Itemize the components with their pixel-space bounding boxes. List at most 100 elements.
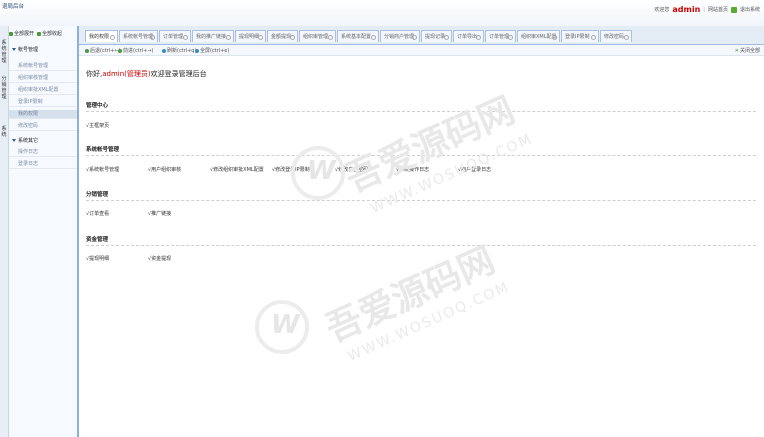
tab-order-manage-2[interactable]: 订单管理 bbox=[485, 30, 516, 42]
tab-merchant-manage[interactable]: 分销商户管理 bbox=[380, 30, 420, 42]
section-title-admin-center: 管理中心 bbox=[86, 103, 109, 109]
divider: | bbox=[703, 6, 705, 13]
tab-order-manage[interactable]: 订单管理 bbox=[159, 30, 191, 42]
tab-bar: 我的权限 系统帐号管理 订单管理 我的推广链接 提现明细 金额提现 组织审管理 … bbox=[79, 26, 764, 45]
username: admin bbox=[672, 5, 701, 14]
logout-icon[interactable] bbox=[730, 6, 737, 13]
tab-change-password[interactable]: 修改密码 bbox=[600, 30, 632, 42]
back-button[interactable]: 后退(ctrl+←) bbox=[85, 47, 120, 54]
forward-icon bbox=[118, 48, 122, 53]
close-icon[interactable] bbox=[476, 35, 481, 40]
perm-link[interactable]: √系统帐号管理 bbox=[86, 166, 119, 173]
vtab-system-2[interactable]: 系统 bbox=[0, 126, 8, 138]
watermark-logo-icon: W bbox=[255, 300, 309, 354]
sidebar-item-operation-log[interactable]: 操作日志 bbox=[9, 148, 77, 157]
close-icon[interactable] bbox=[258, 35, 263, 40]
chevron-down-icon bbox=[12, 47, 16, 51]
perm-link[interactable]: √提现明细 bbox=[86, 255, 109, 262]
sidebar-item-ip-limit[interactable]: 登录IP限制 bbox=[9, 98, 77, 107]
close-icon[interactable] bbox=[624, 35, 629, 40]
top-header: 退局后台 欢迎您 admin | 网站首页 退出系统 bbox=[0, 0, 764, 27]
close-icon[interactable] bbox=[290, 35, 295, 40]
refresh-icon bbox=[162, 48, 166, 53]
close-all-button[interactable]: ✕ 关闭全部 bbox=[734, 47, 760, 55]
main-content: 你好,admin(管理员)欢迎登录管理后台 管理中心 √主框架页 系统帐号管理 … bbox=[79, 56, 764, 437]
sidebar-group-accounts[interactable]: 帐号管理 bbox=[9, 45, 77, 53]
sidebar-item-account-manage[interactable]: 系统帐号管理 bbox=[9, 62, 77, 71]
greeting: 你好,admin(管理员)欢迎登录管理后台 bbox=[86, 70, 207, 78]
perm-link[interactable]: √推广链接 bbox=[148, 210, 171, 217]
vtab-distribution[interactable]: 分销管理 bbox=[0, 76, 8, 100]
tab-withdraw-detail[interactable]: 提现明细 bbox=[235, 30, 266, 42]
perm-link[interactable]: √用户登录日志 bbox=[458, 166, 491, 173]
sidebar: 全部展开 全部收起 帐号管理 系统帐号管理 组织审核管理 组织审批XML配置 登… bbox=[9, 26, 79, 437]
watermark-text: 吾爱源码网 bbox=[339, 89, 521, 201]
sidebar-item-login-log[interactable]: 登录日志 bbox=[9, 160, 77, 169]
close-icon[interactable] bbox=[226, 35, 231, 40]
sidebar-item-xml-config[interactable]: 组织审批XML配置 bbox=[9, 86, 77, 95]
vertical-tab-strip: 系统管理 分销管理 系统 bbox=[0, 26, 9, 437]
divider bbox=[86, 200, 756, 201]
greeting-username: admin(管理员) bbox=[102, 70, 151, 78]
perm-link[interactable]: √修改登录IP限制 bbox=[272, 166, 310, 173]
back-icon bbox=[85, 48, 89, 53]
section-title-funds: 资金管理 bbox=[86, 237, 109, 243]
perm-link[interactable]: √修改自己密码 bbox=[335, 166, 368, 173]
fullscreen-icon bbox=[195, 48, 199, 53]
chevron-down-icon bbox=[12, 138, 16, 142]
tab-amount-withdraw[interactable]: 金额提现 bbox=[267, 30, 298, 42]
perm-link[interactable]: √用户组织审核 bbox=[148, 166, 181, 173]
watermark-url: WWW.WOSUOQ.COM bbox=[368, 130, 536, 218]
divider bbox=[86, 111, 756, 112]
close-icon[interactable] bbox=[508, 35, 513, 40]
collapse-icon bbox=[37, 31, 42, 36]
divider bbox=[86, 155, 756, 156]
close-icon[interactable] bbox=[591, 35, 596, 40]
sidebar-toolbar: 全部展开 全部收起 bbox=[9, 29, 77, 38]
perm-link[interactable]: √修改组织审批XML配置 bbox=[210, 166, 264, 173]
forward-button[interactable]: 前进(ctrl+→) bbox=[118, 47, 153, 54]
welcome-text: 欢迎您 bbox=[654, 7, 670, 13]
perm-link[interactable]: √资金提现 bbox=[148, 255, 171, 262]
logout-link[interactable]: 退出系统 bbox=[740, 6, 760, 13]
close-icon[interactable] bbox=[110, 35, 115, 40]
expand-all-button[interactable]: 全部展开 bbox=[9, 30, 34, 37]
perm-link[interactable]: √主框架页 bbox=[86, 122, 109, 129]
tab-xml-config[interactable]: 组织审XML配置 bbox=[517, 30, 560, 42]
vtab-system[interactable]: 系统管理 bbox=[0, 40, 8, 64]
close-icon[interactable] bbox=[328, 35, 333, 40]
sidebar-item-org-audit[interactable]: 组织审核管理 bbox=[9, 74, 77, 83]
close-icon[interactable] bbox=[183, 35, 188, 40]
section-title-accounts: 系统帐号管理 bbox=[86, 147, 120, 153]
watermark-url: WWW.WOSUOQ.COM bbox=[345, 278, 513, 366]
close-icon[interactable] bbox=[150, 35, 155, 40]
perm-link[interactable]: √订单查看 bbox=[86, 210, 109, 217]
sidebar-group-other[interactable]: 系统其它 bbox=[9, 136, 77, 144]
tab-withdraw-records[interactable]: 提现记录 bbox=[421, 30, 452, 42]
tab-account-manage[interactable]: 系统帐号管理 bbox=[119, 30, 158, 42]
tab-my-permissions[interactable]: 我的权限 bbox=[85, 30, 118, 42]
sidebar-item-change-password[interactable]: 修改密码 bbox=[9, 122, 77, 131]
close-icon[interactable] bbox=[412, 35, 417, 40]
tab-org-manage[interactable]: 组织审管理 bbox=[299, 30, 336, 42]
collapse-all-button[interactable]: 全部收起 bbox=[37, 30, 62, 37]
site-home-link[interactable]: 网站首页 bbox=[708, 6, 728, 13]
perm-link[interactable]: √系统操作日志 bbox=[396, 166, 429, 173]
close-icon[interactable] bbox=[444, 35, 449, 40]
section-title-distribution: 分销管理 bbox=[86, 192, 109, 198]
close-icon[interactable] bbox=[552, 35, 557, 40]
refresh-button[interactable]: 刷新(ctrl+q) bbox=[162, 47, 196, 54]
tab-ip-limit[interactable]: 登录IP限制 bbox=[561, 30, 599, 42]
tab-order-export[interactable]: 订单导出 bbox=[453, 30, 484, 42]
close-icon[interactable] bbox=[371, 35, 376, 40]
sidebar-item-my-permissions[interactable]: 我的权限 bbox=[9, 110, 77, 119]
expand-icon bbox=[9, 31, 13, 36]
nav-toolbar: 后退(ctrl+←) 前进(ctrl+→) 刷新(ctrl+q) 全屏(ctrl… bbox=[79, 45, 764, 56]
close-all-icon: ✕ bbox=[734, 47, 739, 54]
app-title: 退局后台 bbox=[2, 4, 25, 10]
header-user-area: 欢迎您 admin | 网站首页 退出系统 bbox=[654, 5, 760, 14]
tab-promo-link[interactable]: 我的推广链接 bbox=[192, 30, 234, 42]
fullscreen-button[interactable]: 全屏(ctrl+e) bbox=[195, 47, 229, 54]
watermark-text: 吾爱源码网 bbox=[319, 239, 501, 351]
tab-basic-config[interactable]: 系统基本配置 bbox=[337, 30, 379, 42]
